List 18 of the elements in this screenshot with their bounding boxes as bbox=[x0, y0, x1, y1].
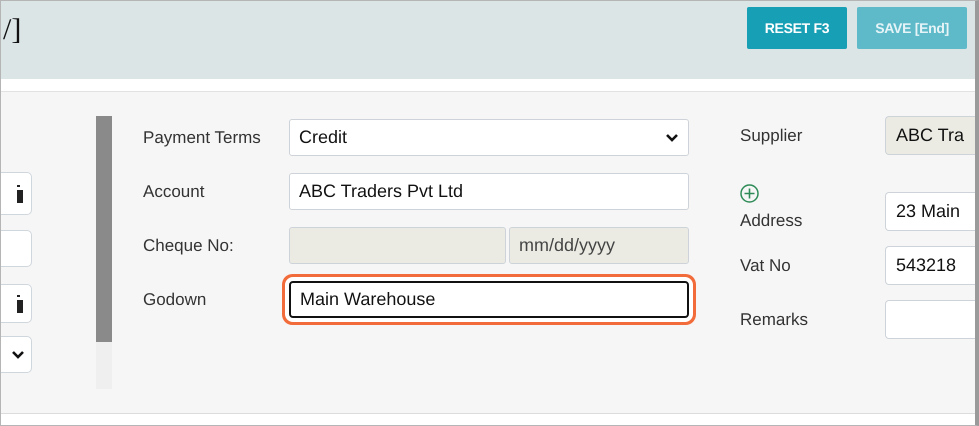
scroll-bar[interactable] bbox=[96, 116, 112, 389]
input-field[interactable] bbox=[885, 300, 975, 339]
select-field[interactable]: Credit bbox=[289, 119, 689, 156]
field-label: Account bbox=[143, 182, 206, 202]
chevron-down-icon bbox=[11, 350, 25, 360]
field-label: Supplier bbox=[740, 126, 802, 146]
field-label: Cheque No: bbox=[143, 236, 235, 256]
page-title: /] bbox=[3, 14, 22, 46]
chevron-down-icon bbox=[665, 132, 679, 142]
field-label: Address bbox=[740, 211, 802, 231]
input-field[interactable]: 23 Main bbox=[885, 192, 975, 231]
add-icon[interactable] bbox=[740, 184, 759, 203]
input-field[interactable]: 543218 bbox=[885, 246, 975, 285]
field-label: Remarks bbox=[740, 310, 808, 330]
field-label: Godown bbox=[143, 290, 208, 310]
input-field[interactable]: ABC Traders Pvt Ltd bbox=[289, 173, 689, 210]
field-label: Vat No bbox=[740, 256, 791, 276]
field-label: Payment Terms bbox=[143, 128, 262, 148]
